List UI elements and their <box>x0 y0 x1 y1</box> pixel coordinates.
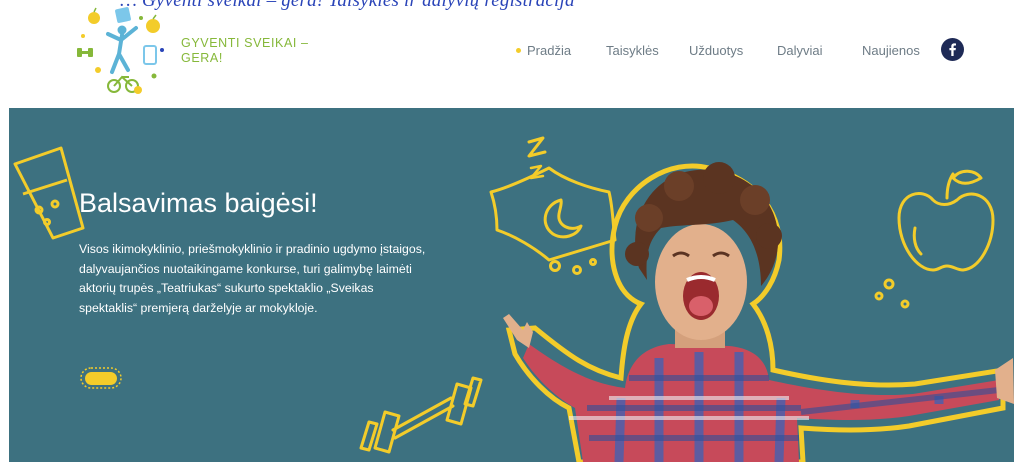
site-header: GYVENTI SVEIKAI – GERA! Pradžia Taisyklė… <box>0 0 1014 112</box>
apple-icon <box>874 169 995 309</box>
nav-item-pradzia[interactable]: Pradžia <box>516 43 571 58</box>
nav-item-uzduotys[interactable]: Užduotys <box>689 43 743 58</box>
facebook-button[interactable] <box>941 38 964 61</box>
happy-child-photo <box>503 162 1014 462</box>
facebook-icon <box>949 43 956 56</box>
read-more-button[interactable] <box>79 366 123 390</box>
glass-icon <box>13 146 85 240</box>
hero-banner: Balsavimas baigėsi! Visos ikimokyklinio,… <box>9 108 1014 462</box>
nav-item-taisykles[interactable]: Taisyklės <box>606 43 659 58</box>
nav-item-label: Dalyviai <box>777 43 823 58</box>
nav-item-label: Pradžia <box>527 43 572 58</box>
nav-item-label: Užduotys <box>689 43 744 58</box>
nav-item-label: Naujienos <box>862 43 920 58</box>
nav-item-naujienos[interactable]: Naujienos <box>862 43 920 58</box>
hero-title: Balsavimas baigėsi! <box>79 188 318 218</box>
hero-description: Visos ikimokyklinio, priešmokyklinio ir … <box>79 242 426 315</box>
active-indicator-dot <box>516 48 521 53</box>
main-nav: Pradžia Taisyklės Užduotys Dalyviai Nauj… <box>0 0 1014 100</box>
pillow-moon-icon <box>489 136 617 275</box>
nav-item-dalyviai[interactable]: Dalyviai <box>777 43 823 58</box>
nav-item-label: Taisyklės <box>606 43 659 58</box>
